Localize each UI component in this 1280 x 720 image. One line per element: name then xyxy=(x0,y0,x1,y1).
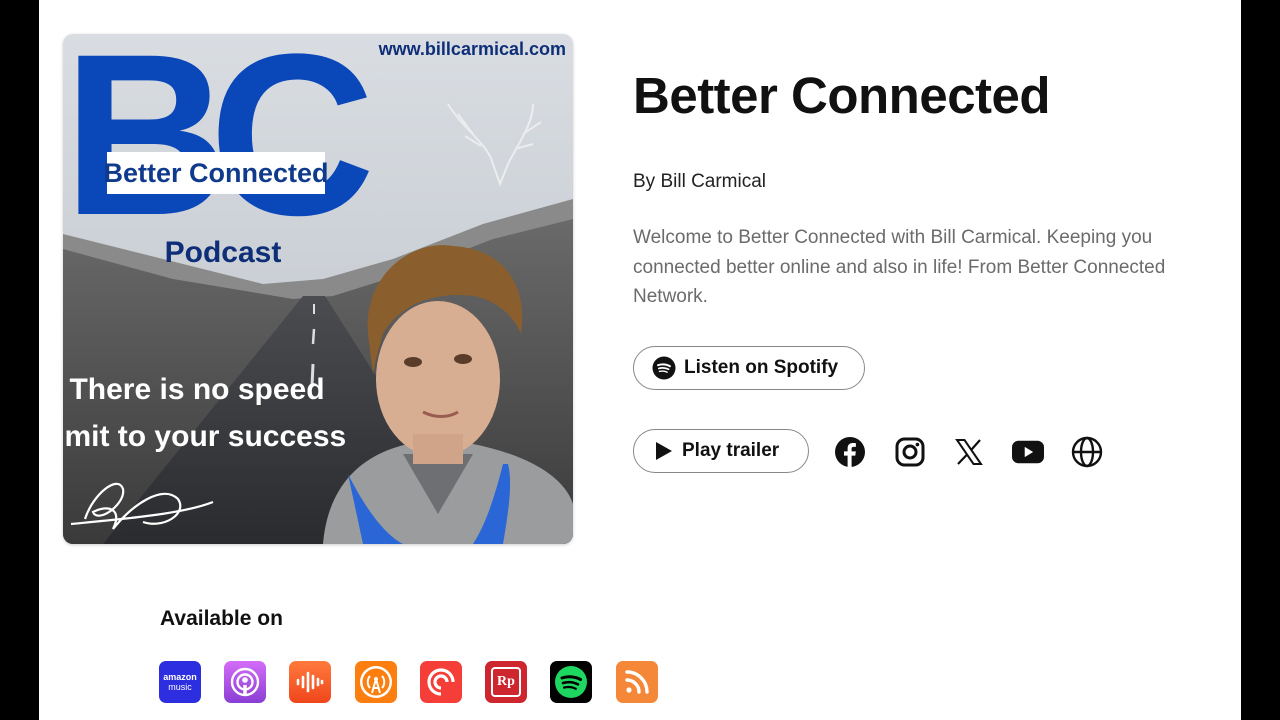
x-icon[interactable] xyxy=(953,436,985,468)
rss-icon[interactable] xyxy=(616,661,658,703)
available-on-heading: Available on xyxy=(160,607,283,630)
play-icon xyxy=(652,440,674,462)
website-globe-icon[interactable] xyxy=(1071,436,1103,468)
cover-slogan-line1: There is no speed xyxy=(69,373,324,406)
amazon-music-line2: music xyxy=(168,681,192,692)
cover-url: www.billcarmical.com xyxy=(378,39,566,59)
podcast-author: By Bill Carmical xyxy=(633,171,767,192)
podcast-page: BC Better Connected Podcast www.billcarm… xyxy=(39,0,1241,720)
podcast-description: Welcome to Better Connected with Bill Ca… xyxy=(633,227,1166,307)
listen-on-spotify-button[interactable]: Listen on Spotify xyxy=(633,346,865,390)
logo-sub: Podcast xyxy=(165,236,282,269)
spotify-icon[interactable] xyxy=(550,661,592,703)
radiopublic-label: Rp xyxy=(497,674,515,689)
play-trailer-label: Play trailer xyxy=(682,440,780,461)
spotify-icon xyxy=(652,356,676,380)
overcast-icon[interactable] xyxy=(355,661,397,703)
pocket-casts-icon[interactable] xyxy=(420,661,462,703)
facebook-icon[interactable] xyxy=(834,436,866,468)
podcast-cover-art: BC Better Connected Podcast www.billcarm… xyxy=(63,34,573,544)
logo-banner: Better Connected xyxy=(103,158,328,188)
listen-on-spotify-label: Listen on Spotify xyxy=(684,357,839,378)
instagram-icon[interactable] xyxy=(894,436,926,468)
play-trailer-button[interactable]: Play trailer xyxy=(633,429,809,473)
radiopublic-icon[interactable]: Rp xyxy=(485,661,527,703)
amazon-music-line1: amazon xyxy=(163,671,197,682)
amazon-music-icon[interactable]: amazon music xyxy=(159,661,201,703)
castbox-icon[interactable] xyxy=(289,661,331,703)
logo-letters: BC xyxy=(63,34,369,263)
youtube-icon[interactable] xyxy=(1012,436,1044,468)
podcast-title: Better Connected xyxy=(633,67,1051,124)
apple-podcasts-icon[interactable] xyxy=(224,661,266,703)
cover-slogan-line2: limit to your success xyxy=(63,420,346,453)
